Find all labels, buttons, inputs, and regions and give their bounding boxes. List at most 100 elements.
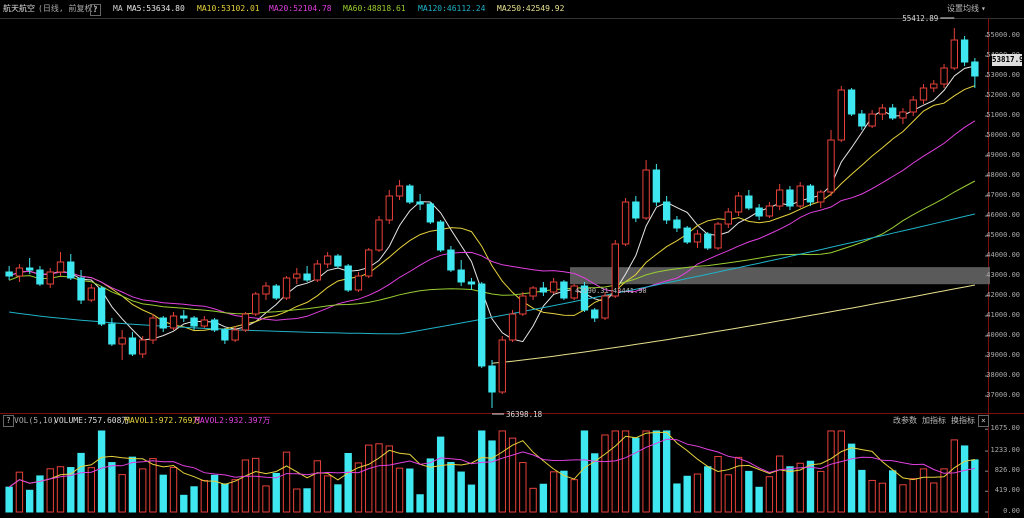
candle-body <box>488 365 496 393</box>
volume-bar <box>190 486 198 513</box>
candle-body <box>693 233 702 243</box>
candle-body <box>87 287 96 301</box>
candle-body <box>272 285 280 299</box>
candle-body <box>858 113 866 127</box>
candle-body <box>714 223 722 249</box>
candle-body <box>365 249 373 277</box>
candle-body <box>457 269 465 283</box>
candle-body <box>334 255 342 267</box>
volume-bar <box>724 474 732 513</box>
ma-label: MA <box>113 4 123 13</box>
candle-body <box>118 337 126 345</box>
volume-bar <box>755 486 763 513</box>
candle-body <box>467 281 476 285</box>
help-button[interactable]: ? <box>90 4 101 16</box>
volume-bar <box>97 430 106 513</box>
candle-body <box>406 185 414 203</box>
candle-body <box>734 195 743 213</box>
volume-tick-label: 0.00 <box>1003 507 1020 515</box>
volume-bar <box>539 483 548 513</box>
volume-bar <box>621 430 630 513</box>
volume-bar <box>139 468 147 513</box>
volume-bar <box>714 456 722 513</box>
candle-body <box>262 285 270 295</box>
candle-body <box>786 189 794 207</box>
volume-help-button[interactable]: ? <box>3 415 14 427</box>
volume-bars <box>5 430 979 513</box>
candle-body <box>796 185 804 207</box>
add-indicator-button[interactable]: 加指标 <box>922 414 946 428</box>
price-tick-label: 43000.00 <box>986 271 1020 279</box>
volume-bar <box>775 455 784 513</box>
volume-header: ? VOL(5,10) VOLUME:757.608万 MAVOL1:972.7… <box>0 414 1024 428</box>
candle-body <box>601 295 609 319</box>
volume-bar <box>693 473 702 513</box>
candle-body <box>899 111 907 119</box>
candle-body <box>806 185 815 203</box>
volume-tick-label: 826.00 <box>994 466 1020 475</box>
kline-chart[interactable]: 55412.8936398.1842590.31~43441.90 <box>0 0 1024 518</box>
volume-tick-label: 1233.00 <box>990 446 1020 455</box>
volume-bar <box>262 485 270 513</box>
candle-body <box>190 317 198 327</box>
volume-bar <box>683 475 691 513</box>
candle-body <box>960 39 969 63</box>
volume-bar <box>827 430 835 513</box>
volume-bar <box>169 466 178 513</box>
candle-body <box>478 283 486 367</box>
candle-body <box>868 113 876 127</box>
volume-indicator-label: VOL(5,10) <box>14 416 58 425</box>
volume-bar <box>673 483 681 513</box>
volume-tick-label: 419.00 <box>994 486 1020 495</box>
volume-bar <box>221 483 229 513</box>
price-tick-label: 50000.00 <box>986 131 1020 139</box>
volume-bar <box>77 452 85 513</box>
current-price-tag: 53817.9 <box>992 53 1024 66</box>
candle-body <box>652 169 661 203</box>
candle-body <box>221 329 229 341</box>
price-tick-label: 49000.00 <box>986 151 1020 159</box>
price-tick-label: 48000.00 <box>986 171 1020 179</box>
volume-bar <box>303 488 311 513</box>
candle-body <box>97 287 106 325</box>
volume-bar <box>837 430 845 513</box>
candle-body <box>930 83 938 89</box>
candle-body <box>919 87 928 101</box>
candle-body <box>5 271 13 277</box>
ma60-value: MA60:48818.61 <box>343 4 406 13</box>
volume-bar <box>365 444 373 513</box>
price-tick-label: 55000.00 <box>986 31 1020 39</box>
stock-name: 航天航空 <box>3 4 35 13</box>
candle-body <box>508 313 517 341</box>
candle-body <box>323 255 332 265</box>
candle-body <box>878 107 887 115</box>
volume-bar <box>436 436 445 513</box>
candle-body <box>621 201 630 245</box>
settings-ma-button[interactable]: 设置均线 ▾ <box>947 0 986 18</box>
volume-bar <box>498 430 506 513</box>
change-param-button[interactable]: 改参数 <box>893 414 917 428</box>
price-tick-label: 38000.00 <box>986 371 1020 379</box>
candle-body <box>847 89 856 115</box>
candle-body <box>149 317 157 341</box>
volume-bar <box>272 472 280 513</box>
chevron-down-icon: ▾ <box>981 4 986 13</box>
ma10-value: MA10:53102.01 <box>197 4 260 13</box>
volume-bar <box>282 451 291 513</box>
candle-body <box>560 281 568 299</box>
switch-indicator-button[interactable]: 换指标 <box>951 414 975 428</box>
volume-tick-label: 1675.00 <box>990 424 1020 433</box>
candle-body <box>632 201 640 219</box>
volume-bar <box>385 445 393 513</box>
volume-value: VOLUME:757.608万 <box>54 416 130 425</box>
candle-body <box>519 295 527 315</box>
volume-bar <box>847 443 856 513</box>
volume-bar <box>529 487 537 513</box>
volume-bar <box>159 474 167 513</box>
close-icon[interactable]: × <box>978 415 989 427</box>
candle-body <box>313 263 322 281</box>
candle-body <box>282 277 291 299</box>
candle-body <box>662 201 671 221</box>
range-label: 42590.31~43441.90 <box>575 287 647 295</box>
mode-label: (日线, 前复权) <box>38 4 98 13</box>
